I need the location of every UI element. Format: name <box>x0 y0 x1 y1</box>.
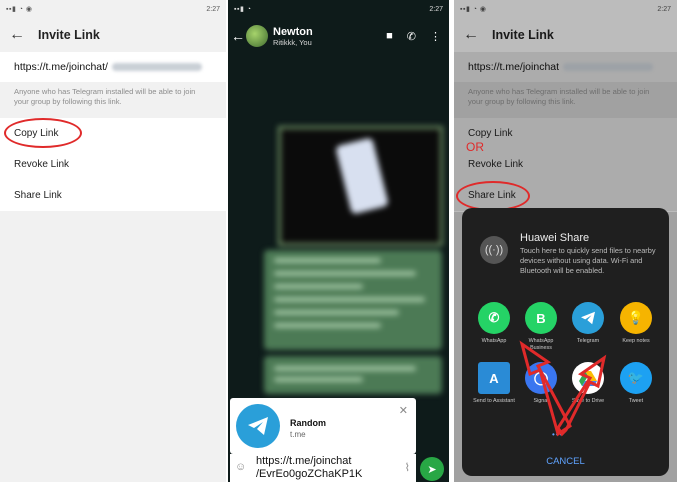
app-bar: ← Invite Link <box>0 18 226 52</box>
back-arrow-icon[interactable]: ← <box>0 26 34 44</box>
highlight-ellipse-copy <box>4 118 82 148</box>
status-time: 2:27 <box>429 5 443 13</box>
chat-members: Ritikkk, You <box>273 37 312 47</box>
link-message <box>264 250 442 350</box>
or-label: OR <box>466 140 484 154</box>
share-link-item[interactable]: Share Link <box>0 180 226 211</box>
invite-link-text: https://t.me/joinchat/ <box>14 61 108 73</box>
chat-name: Newton <box>273 25 313 38</box>
text-message <box>264 356 442 394</box>
close-preview-icon[interactable]: ✕ <box>399 404 408 417</box>
signal-icon: ▪▪▮ ◔ ◉ <box>6 6 33 13</box>
emoji-icon[interactable]: ☺ <box>235 461 246 473</box>
invite-hint: Anyone who has Telegram installed will b… <box>0 82 226 118</box>
preview-title: Random <box>290 418 326 428</box>
page-title: Invite Link <box>38 28 100 42</box>
invite-link-row[interactable]: https://t.me/joinchat/ <box>0 52 226 82</box>
input-text-line2: /EvrEo0goZChaKP1K <box>256 468 363 480</box>
status-bar: ▪▪▮ ◔ ◉ 2:27 <box>0 0 226 18</box>
input-text-line1: https://t.me/joinchat <box>256 455 352 467</box>
share-sheet: ((·)) Huawei Share Touch here to quickly… <box>462 208 669 476</box>
chat-screen: ▪▪▮ ◔ 2:27 ← Newton Ritikkk, You ■ ✆ ⋮ R <box>228 0 449 482</box>
telegram-icon <box>236 404 280 448</box>
status-bar: ▪▪▮ ◔ 2:27 <box>228 0 449 18</box>
avatar[interactable] <box>246 25 268 47</box>
empty-area <box>0 212 226 482</box>
blurred-messages <box>228 54 449 398</box>
attach-icon[interactable]: ⌇ <box>405 461 410 474</box>
revoke-link-item[interactable]: Revoke Link <box>0 149 226 180</box>
send-button[interactable]: ➤ <box>420 457 444 481</box>
red-arrow-overlay <box>519 340 607 437</box>
message-input[interactable]: ☺ https://t.me/joinchat /EvrEo0goZChaKP1… <box>230 454 416 482</box>
phone-icon[interactable]: ✆ <box>407 30 416 43</box>
link-preview: Random t.me ✕ <box>230 398 416 454</box>
more-icon[interactable]: ⋮ <box>430 30 441 43</box>
invite-link-screen-left: ▪▪▮ ◔ ◉ 2:27 ← Invite Link https://t.me/… <box>0 0 226 482</box>
video-call-icon[interactable]: ■ <box>386 30 393 43</box>
redacted-link-code <box>111 63 202 71</box>
chat-header: ← Newton Ritikkk, You ■ ✆ ⋮ <box>228 18 449 54</box>
highlight-ellipse-share <box>456 181 530 211</box>
signal-icon: ▪▪▮ ◔ <box>234 6 252 13</box>
back-arrow-icon[interactable]: ← <box>230 28 246 44</box>
image-message <box>278 126 443 246</box>
preview-domain: t.me <box>290 430 306 439</box>
status-time: 2:27 <box>206 5 220 13</box>
invite-link-screen-right: ▪▪▮ ◔ ◉ 2:27 ← Invite Link https://t.me/… <box>454 0 677 482</box>
phone-image <box>335 137 389 215</box>
